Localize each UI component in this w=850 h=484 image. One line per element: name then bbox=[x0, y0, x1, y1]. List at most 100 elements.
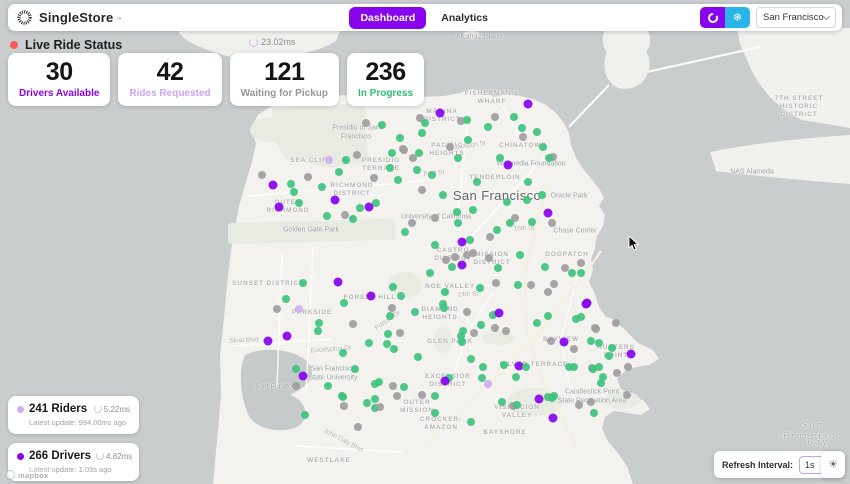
brand-name: SingleStore bbox=[39, 10, 114, 25]
ride-dot bbox=[527, 281, 535, 289]
ride-dot bbox=[597, 379, 605, 387]
latency-value: 5.22ms bbox=[103, 404, 130, 414]
latency-value: 23.02ms bbox=[261, 37, 296, 47]
brand: SingleStore ™ bbox=[16, 9, 121, 26]
ride-dot bbox=[577, 259, 585, 267]
ride-dot bbox=[550, 392, 558, 400]
tab-analytics[interactable]: Analytics bbox=[430, 7, 499, 29]
ride-dot bbox=[349, 320, 357, 328]
ride-dot bbox=[324, 382, 332, 390]
ride-dot bbox=[414, 353, 422, 361]
ride-dot bbox=[544, 288, 552, 296]
singlestore-logo-icon bbox=[17, 10, 32, 25]
ride-dot bbox=[516, 251, 524, 259]
ride-dot bbox=[399, 145, 407, 153]
ride-dot bbox=[318, 183, 326, 191]
ride-dot bbox=[538, 191, 546, 199]
ride-dot bbox=[476, 284, 484, 292]
ride-dot bbox=[378, 121, 386, 129]
ride-dot bbox=[268, 180, 278, 190]
ride-dot bbox=[523, 99, 533, 109]
stat-value: 121 bbox=[264, 58, 305, 86]
snowflake-icon: ❄ bbox=[732, 11, 743, 24]
ride-dot bbox=[493, 226, 501, 234]
ride-dot bbox=[340, 299, 348, 307]
ride-dot bbox=[467, 418, 475, 426]
ride-dot bbox=[548, 413, 558, 423]
nav-tabs: Dashboard Analytics bbox=[349, 6, 499, 29]
ride-dot bbox=[624, 363, 632, 371]
ride-dot bbox=[494, 264, 502, 272]
ride-dot bbox=[389, 283, 397, 291]
ride-dot bbox=[581, 299, 591, 309]
feed-subtext: Latest update: 994.00ms ago bbox=[29, 418, 127, 427]
ride-dot bbox=[290, 188, 298, 196]
ride-dot bbox=[370, 174, 378, 182]
stat-value: 236 bbox=[365, 58, 406, 86]
mouse-cursor bbox=[628, 236, 640, 251]
ride-dot bbox=[440, 304, 448, 312]
ride-dot bbox=[534, 394, 544, 404]
top-nav: SingleStore ™ Dashboard Analytics ❄ San F… bbox=[8, 4, 842, 31]
ride-dot bbox=[258, 171, 266, 179]
ride-dot bbox=[273, 305, 281, 313]
theme-toggle-button[interactable]: ☀ bbox=[821, 451, 845, 478]
ride-dot bbox=[386, 312, 394, 320]
dashboard-stage: San Francisco RICHMOND DISTRICT OUTER RICH… bbox=[0, 0, 850, 484]
ride-dot bbox=[295, 305, 303, 313]
ride-dot bbox=[383, 340, 391, 348]
ride-dot bbox=[389, 382, 397, 390]
ride-dot bbox=[587, 337, 595, 345]
feed-title: 266 Drivers bbox=[29, 450, 92, 462]
ride-dot bbox=[397, 292, 405, 300]
database-toggle: ❄ bbox=[700, 7, 750, 28]
singlestore-ring-icon bbox=[707, 12, 718, 23]
city-select[interactable]: San Francisco bbox=[756, 7, 836, 28]
ride-dot bbox=[568, 269, 576, 277]
ride-dot bbox=[448, 263, 456, 271]
ride-dot bbox=[314, 327, 322, 335]
ride-dot bbox=[333, 277, 343, 287]
ride-dot bbox=[545, 154, 553, 162]
ride-dot bbox=[356, 204, 364, 212]
ride-dot bbox=[335, 168, 343, 176]
ride-dot bbox=[464, 136, 472, 144]
ride-dot bbox=[323, 212, 331, 220]
mapbox-logo-icon bbox=[5, 470, 15, 480]
feed-latency: 4.82ms bbox=[96, 452, 132, 461]
stat-label: Drivers Available bbox=[19, 87, 100, 99]
ride-dot bbox=[372, 199, 380, 207]
ride-dot bbox=[491, 324, 499, 332]
ride-dot bbox=[457, 260, 467, 270]
ride-dot bbox=[353, 151, 361, 159]
snowflake-db-button[interactable]: ❄ bbox=[725, 7, 750, 28]
ride-dot bbox=[431, 409, 439, 417]
ride-dot bbox=[458, 338, 466, 346]
city-select-value: San Francisco bbox=[763, 12, 824, 23]
ride-dot bbox=[512, 373, 520, 381]
ride-dot bbox=[400, 383, 408, 391]
singlestore-db-button[interactable] bbox=[700, 7, 725, 28]
ride-dot bbox=[365, 339, 373, 347]
feed-card-row: 266 Drivers 4.82ms bbox=[17, 450, 132, 462]
stat-value: 42 bbox=[156, 58, 184, 86]
ride-dot bbox=[513, 401, 521, 409]
ride-dot bbox=[544, 312, 552, 320]
ride-dot bbox=[292, 382, 300, 390]
ride-dot bbox=[338, 392, 346, 400]
ride-dot bbox=[341, 211, 349, 219]
tab-dashboard[interactable]: Dashboard bbox=[349, 6, 427, 29]
ride-dot bbox=[384, 330, 392, 338]
live-ride-status-header: Live Ride Status bbox=[10, 38, 122, 52]
ride-dot bbox=[467, 355, 475, 363]
map-attribution[interactable]: mapbox bbox=[3, 469, 55, 481]
ride-dot bbox=[510, 113, 518, 121]
stat-card-in-progress: 236 In Progress bbox=[346, 53, 425, 106]
ride-dot bbox=[613, 369, 621, 377]
ride-dot bbox=[494, 308, 504, 318]
ride-dot bbox=[524, 178, 532, 186]
ride-dot bbox=[503, 160, 513, 170]
ride-dot bbox=[301, 411, 309, 419]
ride-dot bbox=[431, 241, 439, 249]
ride-dot bbox=[547, 337, 555, 345]
